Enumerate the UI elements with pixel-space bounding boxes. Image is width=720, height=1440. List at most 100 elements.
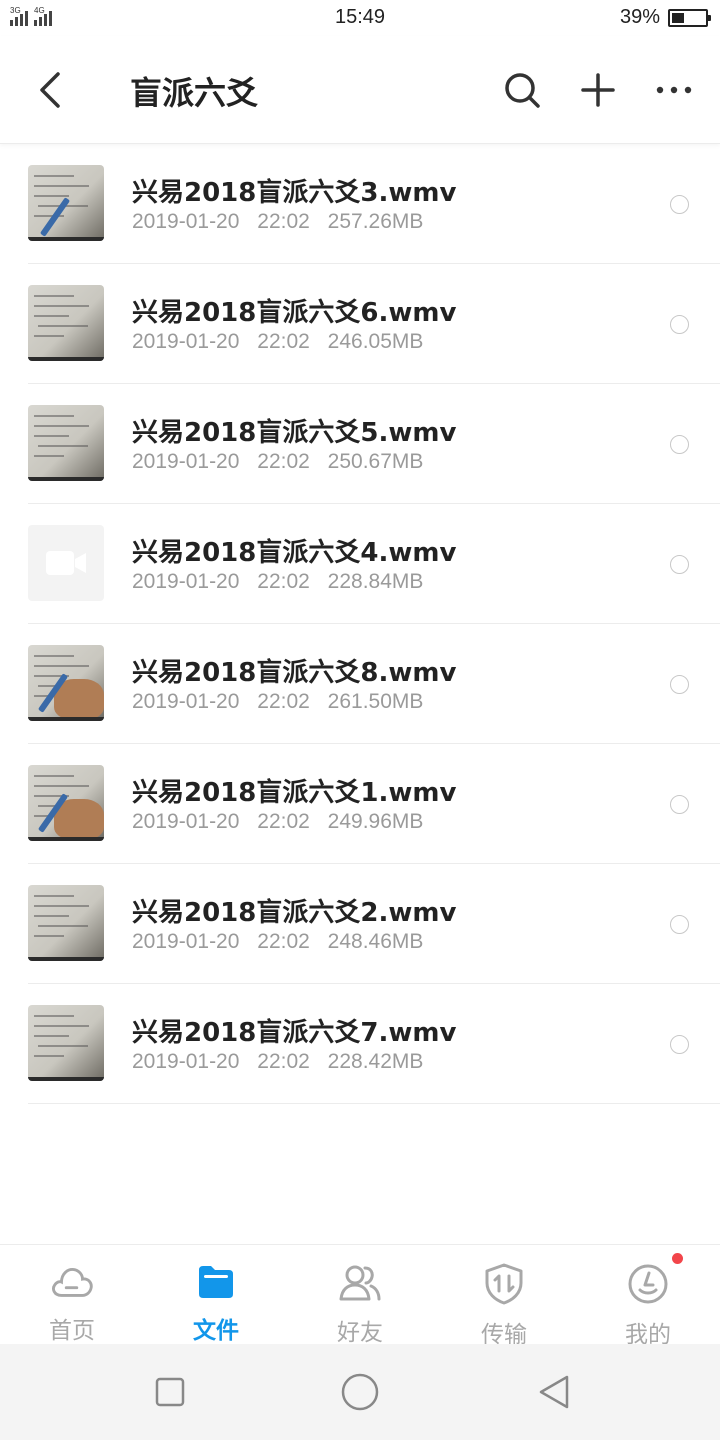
file-date: 2019-01-20 bbox=[132, 570, 240, 593]
battery-icon bbox=[668, 8, 711, 27]
file-time: 22:02 bbox=[257, 810, 310, 833]
file-row[interactable]: 兴易2018盲派六爻2.wmv 2019-01-20 22:02 248.46M… bbox=[0, 864, 720, 984]
select-checkbox[interactable] bbox=[670, 915, 689, 934]
file-size: 249.96MB bbox=[327, 810, 424, 833]
file-row[interactable]: 兴易2018盲派六爻3.wmv 2019-01-20 22:02 257.26M… bbox=[0, 144, 720, 264]
file-size: 228.42MB bbox=[327, 1050, 424, 1073]
file-time: 22:02 bbox=[257, 450, 310, 473]
video-camera-icon bbox=[46, 551, 86, 575]
friends-icon bbox=[339, 1265, 381, 1301]
select-checkbox[interactable] bbox=[670, 435, 689, 454]
file-row[interactable]: 兴易2018盲派六爻5.wmv 2019-01-20 22:02 250.67M… bbox=[0, 384, 720, 504]
file-date: 2019-01-20 bbox=[132, 330, 240, 353]
video-placeholder bbox=[28, 525, 104, 601]
file-date: 2019-01-20 bbox=[132, 810, 240, 833]
thumbnail-image bbox=[28, 885, 104, 961]
file-date: 2019-01-20 bbox=[132, 1050, 240, 1073]
select-checkbox[interactable] bbox=[670, 315, 689, 334]
cloud-icon bbox=[52, 1268, 93, 1297]
select-checkbox[interactable] bbox=[670, 795, 689, 814]
file-name: 兴易2018盲派六爻6.wmv bbox=[132, 298, 457, 328]
nav-profile[interactable]: 我的 bbox=[576, 1245, 720, 1348]
nav-files[interactable]: 文件 bbox=[144, 1245, 288, 1345]
file-meta: 2019-01-20 22:02 248.46MB bbox=[132, 930, 423, 954]
video-thumbnail bbox=[28, 165, 104, 241]
file-row[interactable]: 兴易2018盲派六爻4.wmv 2019-01-20 22:02 228.84M… bbox=[0, 504, 720, 624]
file-meta: 2019-01-20 22:02 257.26MB bbox=[132, 210, 423, 234]
nav-friends[interactable]: 好友 bbox=[288, 1245, 432, 1346]
video-thumbnail bbox=[28, 1005, 104, 1081]
file-size: 257.26MB bbox=[327, 210, 424, 233]
video-thumbnail bbox=[28, 285, 104, 361]
back-button[interactable] bbox=[30, 66, 70, 114]
add-button[interactable] bbox=[574, 66, 622, 114]
chevron-left-icon bbox=[40, 72, 60, 108]
file-meta: 2019-01-20 22:02 228.42MB bbox=[132, 1050, 423, 1074]
select-checkbox[interactable] bbox=[670, 555, 689, 574]
battery-level-fill bbox=[672, 12, 685, 23]
file-name: 兴易2018盲派六爻4.wmv bbox=[132, 538, 457, 568]
file-name: 兴易2018盲派六爻3.wmv bbox=[132, 178, 457, 208]
profile-face-icon bbox=[628, 1264, 668, 1304]
file-time: 22:02 bbox=[257, 330, 310, 353]
file-name: 兴易2018盲派六爻1.wmv bbox=[132, 778, 457, 808]
battery-percent: 39% bbox=[619, 6, 660, 28]
square-icon bbox=[155, 1377, 185, 1407]
system-navigation-bar bbox=[0, 1344, 720, 1440]
file-row[interactable]: 兴易2018盲派六爻8.wmv 2019-01-20 22:02 261.50M… bbox=[0, 624, 720, 744]
select-checkbox[interactable] bbox=[670, 675, 689, 694]
video-thumbnail bbox=[28, 525, 104, 601]
file-name: 兴易2018盲派六爻5.wmv bbox=[132, 418, 457, 448]
file-size: 246.05MB bbox=[327, 330, 424, 353]
thumbnail-image bbox=[28, 765, 104, 841]
clock: 15:49 bbox=[334, 6, 386, 28]
file-row[interactable]: 兴易2018盲派六爻7.wmv 2019-01-20 22:02 228.42M… bbox=[0, 984, 720, 1104]
file-list: 兴易2018盲派六爻3.wmv 2019-01-20 22:02 257.26M… bbox=[0, 144, 720, 1104]
file-meta: 2019-01-20 22:02 250.67MB bbox=[132, 450, 423, 474]
file-date: 2019-01-20 bbox=[132, 690, 240, 713]
file-date: 2019-01-20 bbox=[132, 930, 240, 953]
video-thumbnail bbox=[28, 645, 104, 721]
file-row[interactable]: 兴易2018盲派六爻6.wmv 2019-01-20 22:02 246.05M… bbox=[0, 264, 720, 384]
file-row[interactable]: 兴易2018盲派六爻1.wmv 2019-01-20 22:02 249.96M… bbox=[0, 744, 720, 864]
thumbnail-image bbox=[28, 285, 104, 361]
nav-home[interactable]: 首页 bbox=[0, 1245, 144, 1345]
notification-badge bbox=[672, 1253, 683, 1264]
select-checkbox[interactable] bbox=[670, 195, 689, 214]
select-checkbox[interactable] bbox=[670, 1035, 689, 1054]
file-name: 兴易2018盲派六爻8.wmv bbox=[132, 658, 457, 688]
video-thumbnail bbox=[28, 405, 104, 481]
search-icon bbox=[505, 73, 540, 108]
file-time: 22:02 bbox=[257, 690, 310, 713]
file-meta: 2019-01-20 22:02 246.05MB bbox=[132, 330, 423, 354]
bottom-navigation: 首页 文件 好友 传输 我的 bbox=[0, 1244, 720, 1348]
file-time: 22:02 bbox=[257, 570, 310, 593]
search-button[interactable] bbox=[498, 66, 546, 114]
file-date: 2019-01-20 bbox=[132, 210, 240, 233]
system-back-button[interactable] bbox=[534, 1372, 574, 1412]
top-app-bar: 盲派六爻 bbox=[0, 36, 720, 144]
more-dots-icon bbox=[656, 86, 692, 94]
folder-icon bbox=[199, 1266, 233, 1298]
recent-apps-button[interactable] bbox=[150, 1372, 190, 1412]
file-meta: 2019-01-20 22:02 249.96MB bbox=[132, 810, 423, 834]
file-time: 22:02 bbox=[257, 930, 310, 953]
file-meta: 2019-01-20 22:02 228.84MB bbox=[132, 570, 423, 594]
thumbnail-image bbox=[28, 645, 104, 721]
file-meta: 2019-01-20 22:02 261.50MB bbox=[132, 690, 423, 714]
home-button[interactable] bbox=[340, 1372, 380, 1412]
triangle-back-icon bbox=[539, 1375, 569, 1409]
nav-transfer[interactable]: 传输 bbox=[432, 1245, 576, 1348]
more-options-button[interactable] bbox=[650, 66, 698, 114]
status-bar: 3G 4G 15:49 39% bbox=[0, 0, 720, 36]
file-name: 兴易2018盲派六爻7.wmv bbox=[132, 1018, 457, 1048]
page-title: 盲派六爻 bbox=[130, 74, 259, 112]
file-time: 22:02 bbox=[257, 1050, 310, 1073]
nav-label: 好友 bbox=[337, 1320, 383, 1346]
transfer-shield-icon bbox=[485, 1263, 523, 1305]
file-name: 兴易2018盲派六爻2.wmv bbox=[132, 898, 457, 928]
circle-icon bbox=[341, 1373, 379, 1411]
video-thumbnail bbox=[28, 885, 104, 961]
file-size: 248.46MB bbox=[327, 930, 424, 953]
video-thumbnail bbox=[28, 765, 104, 841]
